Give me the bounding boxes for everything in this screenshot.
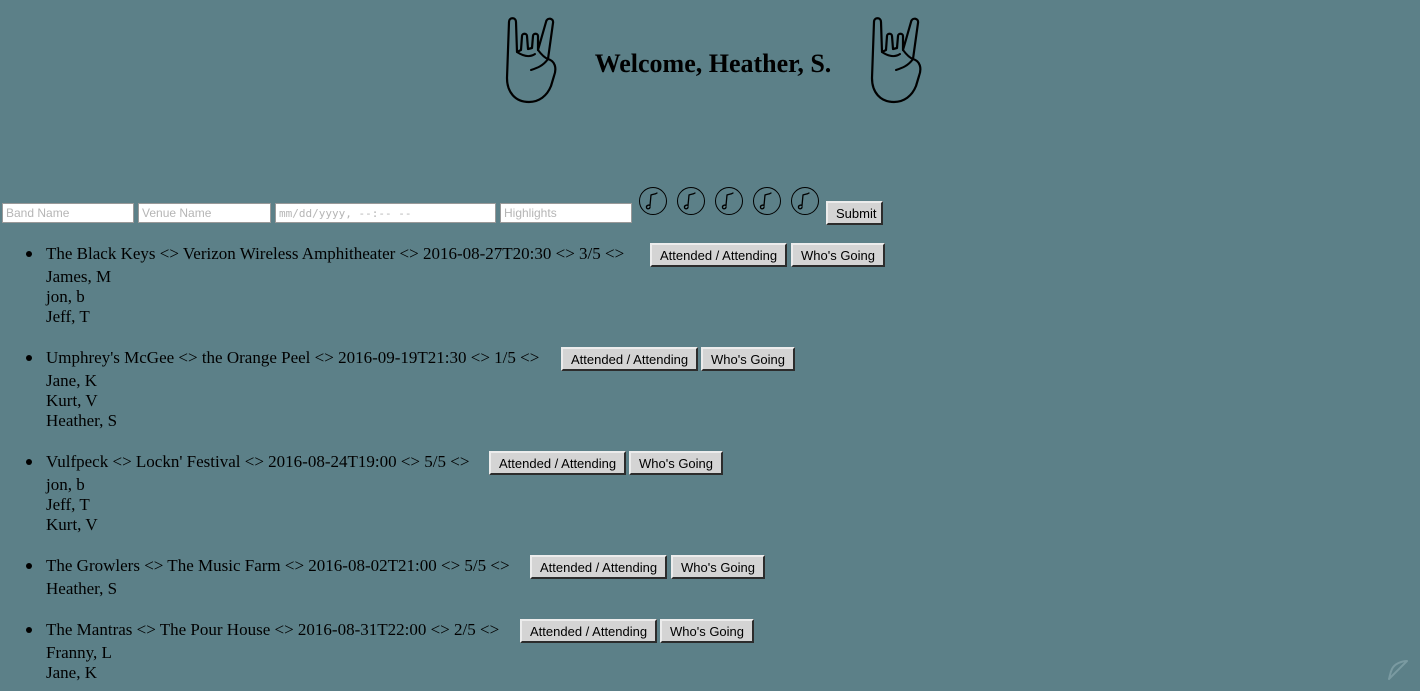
welcome-heading: Welcome, Heather, S. <box>594 49 832 78</box>
concert-summary: The Mantras <> The Pour House <> 2016-08… <box>46 618 499 642</box>
concert-summary: Umphrey's McGee <> the Orange Peel <> 20… <box>46 346 539 370</box>
concert-summary-text: The Black Keys <> Verizon Wireless Amphi… <box>46 244 625 263</box>
attendee-name: Jane, K <box>46 663 97 682</box>
attendee-name: jon, b <box>46 475 85 494</box>
concert-summary-text: The Mantras <> The Pour House <> 2016-08… <box>46 620 500 639</box>
list-bullet <box>26 355 32 361</box>
whos-going-button[interactable]: Who's Going <box>671 555 766 579</box>
date-time-input[interactable] <box>275 203 496 223</box>
rating-5-button[interactable] <box>791 187 819 215</box>
whos-going-button[interactable]: Who's Going <box>629 451 724 475</box>
attendee-name: Jeff, T <box>46 307 90 326</box>
rating-3-button[interactable] <box>715 187 743 215</box>
attended-button[interactable]: Attended / Attending <box>650 243 788 267</box>
music-note-icon <box>797 192 810 210</box>
concert-summary-text: Umphrey's McGee <> the Orange Peel <> 20… <box>46 348 540 367</box>
attended-button[interactable]: Attended / Attending <box>489 451 627 475</box>
concert-form: Submit <box>2 185 902 229</box>
feather-icon[interactable] <box>1385 657 1411 683</box>
list-bullet <box>26 627 32 633</box>
music-note-icon <box>721 192 734 210</box>
attended-button[interactable]: Attended / Attending <box>561 347 699 371</box>
venue-name-input[interactable] <box>138 203 271 223</box>
attendee-name: Kurt, V <box>46 391 98 410</box>
attendee-name: Jane, K <box>46 371 97 390</box>
music-note-icon <box>645 192 658 210</box>
rock-hand-icon <box>870 17 922 104</box>
attendee-name: Heather, S <box>46 411 118 430</box>
concert-summary-text: The Growlers <> The Music Farm <> 2016-0… <box>46 556 510 575</box>
concert-summary: Vulfpeck <> Lockn' Festival <> 2016-08-2… <box>46 450 469 474</box>
whos-going-button[interactable]: Who's Going <box>660 619 755 643</box>
submit-button[interactable]: Submit <box>826 201 883 225</box>
attendee-name: Heather, S <box>46 579 118 598</box>
whos-going-button[interactable]: Who's Going <box>701 347 796 371</box>
attended-button[interactable]: Attended / Attending <box>520 619 658 643</box>
rating-2-button[interactable] <box>677 187 705 215</box>
attendee-name: jon, b <box>46 287 85 306</box>
concert-summary: The Black Keys <> Verizon Wireless Amphi… <box>46 242 624 266</box>
attended-button[interactable]: Attended / Attending <box>530 555 668 579</box>
list-bullet <box>26 459 32 465</box>
highlights-input[interactable] <box>500 203 632 223</box>
band-name-input[interactable] <box>2 203 134 223</box>
music-note-icon <box>683 192 696 210</box>
attendee-name: James, M <box>46 267 112 286</box>
list-bullet <box>26 251 32 257</box>
attendee-name: Jeff, T <box>46 495 90 514</box>
attendee-name: Kurt, V <box>46 515 98 534</box>
rating-1-button[interactable] <box>639 187 667 215</box>
header: Welcome, Heather, S. <box>0 0 1420 120</box>
list-bullet <box>26 563 32 569</box>
attendee-name: Franny, L <box>46 643 112 662</box>
rock-hand-icon <box>505 17 557 104</box>
concert-summary-text: Vulfpeck <> Lockn' Festival <> 2016-08-2… <box>46 452 470 471</box>
music-note-icon <box>759 192 772 210</box>
concert-summary: The Growlers <> The Music Farm <> 2016-0… <box>46 554 510 578</box>
whos-going-button[interactable]: Who's Going <box>791 243 886 267</box>
rating-4-button[interactable] <box>753 187 781 215</box>
